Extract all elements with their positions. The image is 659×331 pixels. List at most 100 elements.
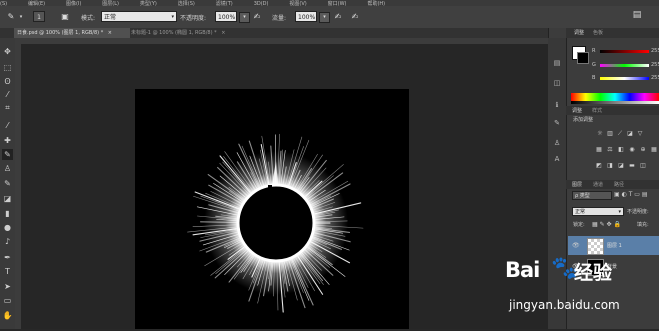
eye-icon[interactable]: 👁: [572, 242, 580, 249]
document-tabs: 日食.psd @ 100% (图层 1, RGB/8) * × 未标题-1 @ …: [0, 28, 548, 38]
gradient-map-icon[interactable]: ▬: [628, 162, 636, 169]
blend-mode-value: 正常: [575, 209, 585, 215]
selective-color-icon[interactable]: ◫: [639, 162, 647, 169]
clone-source-icon[interactable]: ♙: [552, 138, 562, 148]
threshold-icon[interactable]: ◪: [617, 162, 625, 169]
tab-paths[interactable]: 路径: [614, 181, 624, 189]
background-color-swatch[interactable]: [577, 52, 589, 64]
tab-channels[interactable]: 通道: [593, 181, 603, 189]
layers-panel-tabs: 图层 通道 路径: [566, 180, 659, 189]
tab-swatches[interactable]: 色板: [593, 29, 603, 37]
baidu-watermark: Bai 🐾 经验 jingyan.baidu.com: [505, 254, 635, 324]
flow-dropdown-button[interactable]: ▾: [319, 12, 330, 23]
levels-icon[interactable]: ▥: [606, 130, 614, 137]
tab-document-untitled[interactable]: 未标题-1 @ 100% (椭圆 1, RGB/8) * ×: [128, 28, 252, 38]
ring-gap: [268, 185, 272, 195]
path-select-tool-icon[interactable]: ➤: [2, 281, 13, 292]
gradient-tool-icon[interactable]: ▮: [2, 208, 13, 219]
type-tool-icon[interactable]: T: [2, 266, 13, 277]
exposure-icon[interactable]: ◪: [626, 130, 634, 137]
tab-adjustments[interactable]: 调整: [572, 107, 582, 115]
shape-tool-icon[interactable]: ▭: [2, 295, 13, 306]
invert-icon[interactable]: ◩: [595, 162, 603, 169]
tab-document-eclipse[interactable]: 日食.psd @ 100% (图层 1, RGB/8) * ×: [14, 28, 130, 38]
workspace-icon[interactable]: ▤: [632, 10, 642, 20]
b-label: B: [592, 75, 595, 81]
r-slider[interactable]: [600, 50, 649, 53]
channel-mixer-icon[interactable]: ⊕: [639, 146, 647, 153]
tab-layers[interactable]: 图层: [572, 181, 582, 189]
chevron-down-icon: ▾: [171, 12, 174, 23]
properties-panel-icon[interactable]: ◫: [552, 78, 562, 88]
blend-mode-select[interactable]: 正常 ▾: [572, 207, 624, 216]
layer-name[interactable]: 图层 1: [607, 242, 622, 249]
eclipse-artwork: [135, 89, 409, 329]
photo-filter-icon[interactable]: ◉: [628, 146, 636, 153]
filter-pixel-icon[interactable]: ▣ ◐ T ▭ ▤: [614, 191, 648, 198]
posterize-icon[interactable]: ◨: [606, 162, 614, 169]
layer-thumbnail: [587, 238, 604, 255]
document-canvas[interactable]: [135, 89, 409, 329]
g-slider[interactable]: [600, 64, 649, 67]
pressure-opacity-icon[interactable]: ✍: [252, 12, 262, 22]
hue-saturation-icon[interactable]: ▦: [595, 146, 603, 153]
b-value[interactable]: 255: [651, 75, 659, 81]
brush-panel-icon[interactable]: ▣: [60, 12, 70, 22]
grayscale-bar[interactable]: [571, 101, 659, 104]
character-panel-icon[interactable]: A: [552, 154, 562, 164]
chevron-down-icon[interactable]: ▾: [16, 12, 26, 22]
chevron-down-icon: ▾: [618, 208, 621, 217]
eyedropper-tool-icon[interactable]: ⁄: [2, 120, 13, 131]
quick-select-tool-icon[interactable]: ⁄: [2, 89, 13, 100]
crop-tool-icon[interactable]: ⌗: [2, 102, 13, 113]
tab-label: 日食.psd @ 100% (图层 1, RGB/8) *: [17, 30, 103, 36]
history-brush-tool-icon[interactable]: ✎: [2, 178, 13, 189]
history-panel-icon[interactable]: ▤: [552, 58, 562, 68]
dodge-tool-icon[interactable]: ♪: [2, 236, 13, 247]
black-white-icon[interactable]: ◧: [617, 146, 625, 153]
color-balance-icon[interactable]: ⚖: [606, 146, 614, 153]
brush-panel-icon[interactable]: ✎: [552, 118, 562, 128]
info-panel-icon[interactable]: ℹ: [552, 100, 562, 110]
pressure-size-icon[interactable]: ✍: [350, 12, 360, 22]
brush-tool-icon[interactable]: ✎: [6, 12, 16, 22]
brush-tool-icon[interactable]: ✎: [2, 149, 13, 160]
airbrush-icon[interactable]: ✍: [333, 12, 343, 22]
tab-color[interactable]: 调整: [574, 29, 584, 37]
blur-tool-icon[interactable]: ●: [2, 222, 13, 233]
color-lookup-icon[interactable]: ▦: [650, 146, 658, 153]
tab-styles[interactable]: 样式: [592, 107, 602, 115]
opacity-input[interactable]: 100%: [215, 11, 237, 22]
g-value[interactable]: 255: [651, 62, 659, 68]
close-icon[interactable]: ×: [108, 30, 112, 36]
mode-value: 正常: [104, 14, 116, 21]
hand-tool-icon[interactable]: ✋: [2, 310, 13, 321]
layer-filter-select[interactable]: ρ 类型: [572, 191, 612, 200]
brush-size-picker[interactable]: 1: [33, 11, 45, 22]
move-tool-icon[interactable]: ✥: [2, 46, 13, 57]
lock-icons[interactable]: ▦ ✎ ✥ 🔒: [592, 221, 621, 228]
adjustments-panel-tabs: 调整 样式: [566, 106, 659, 115]
options-bar: ✎ ▾ 1 ▣ 模式: 正常 ▾ 不透明度: 100% ▾ ✍ 流量: 100%…: [0, 6, 659, 29]
curves-icon[interactable]: ⟋: [616, 130, 624, 137]
brightness-icon[interactable]: ☼: [596, 130, 604, 137]
b-slider[interactable]: [600, 77, 649, 80]
lock-label: 锁定:: [573, 221, 585, 228]
watermark-brand-cn: 经验: [574, 258, 612, 285]
layer-row[interactable]: 👁 图层 1: [568, 236, 659, 255]
marquee-tool-icon[interactable]: ⬚: [2, 62, 13, 73]
mode-select[interactable]: 正常 ▾: [101, 11, 177, 22]
opacity-dropdown-button[interactable]: ▾: [239, 12, 250, 23]
layer-opacity-label: 不透明度:: [627, 208, 649, 215]
pen-tool-icon[interactable]: ✒: [2, 252, 13, 263]
stamp-tool-icon[interactable]: ♙: [2, 163, 13, 174]
flow-value: 100%: [298, 14, 315, 21]
flow-input[interactable]: 100%: [295, 11, 317, 22]
vibrance-icon[interactable]: ▽: [636, 130, 644, 137]
eraser-tool-icon[interactable]: ◪: [2, 193, 13, 204]
fill-label: 填充:: [637, 221, 649, 228]
healing-brush-tool-icon[interactable]: ✚: [2, 135, 13, 146]
r-value[interactable]: 255: [651, 48, 659, 54]
close-icon[interactable]: ×: [221, 30, 225, 36]
lasso-tool-icon[interactable]: ʘ: [2, 76, 13, 87]
